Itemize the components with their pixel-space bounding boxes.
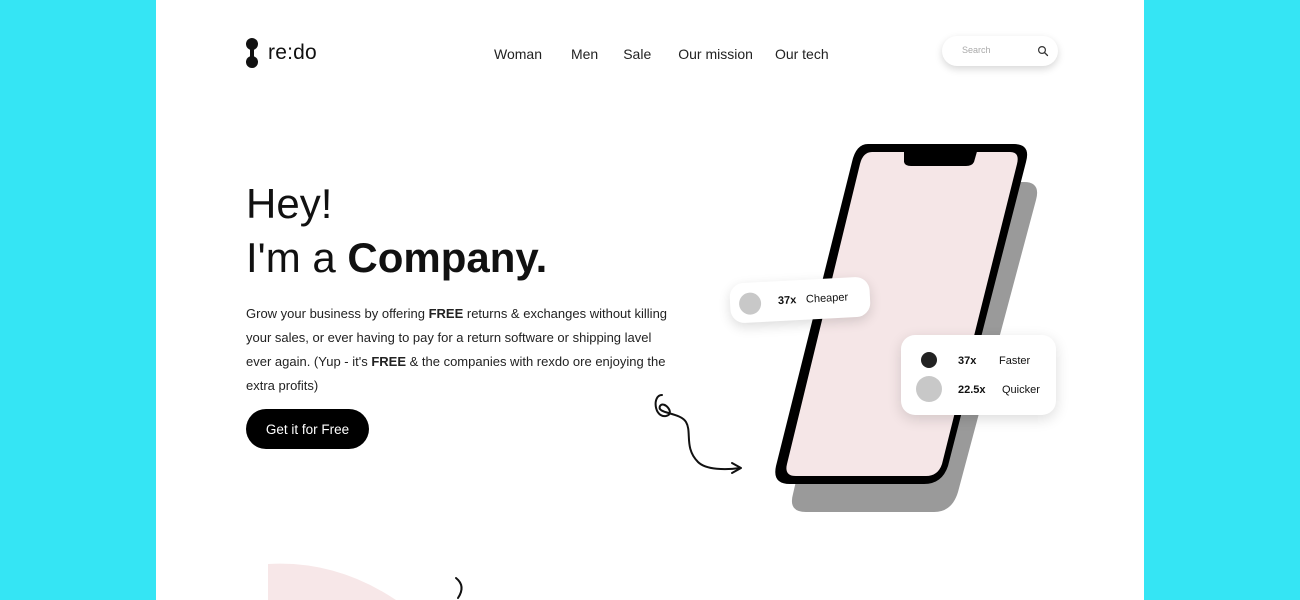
stat-label: Quicker xyxy=(1002,384,1040,396)
hero-heading-bold: Company. xyxy=(347,234,548,281)
desc-free-2: FREE xyxy=(371,354,406,369)
stat-dot-gray-icon xyxy=(916,376,942,402)
search-icon[interactable] xyxy=(1037,45,1049,57)
stat-value: 37x xyxy=(958,355,977,367)
desc-free-1: FREE xyxy=(428,306,464,321)
stat-card-cheaper: 37x Cheaper xyxy=(729,276,871,324)
nav-item-woman[interactable]: Woman xyxy=(494,46,542,62)
stat-dot-gray-icon xyxy=(738,292,762,316)
landing-page: re:do Woman Men Sale Our mission Our tec… xyxy=(156,0,1144,600)
hero-heading-prefix: I'm a xyxy=(246,234,348,281)
get-it-free-button[interactable]: Get it for Free xyxy=(246,409,369,449)
search-input[interactable] xyxy=(962,45,1034,55)
nav-item-sale[interactable]: Sale xyxy=(623,46,651,62)
squiggle-arrow-icon xyxy=(654,394,742,474)
stat-dot-dark-icon xyxy=(921,352,937,368)
main-nav: Woman Men Sale Our mission Our tech xyxy=(494,46,829,62)
stat-label: Cheaper xyxy=(805,291,849,306)
hero-heading-line1: Hey! xyxy=(246,180,333,227)
search-box[interactable] xyxy=(942,36,1058,66)
nav-item-men[interactable]: Men xyxy=(571,46,598,62)
phone-illustration xyxy=(775,144,1038,512)
brand-name: re:do xyxy=(268,41,317,64)
hero-description: Grow your business by offering FREE retu… xyxy=(246,302,676,398)
stat-value: 22.5x xyxy=(958,384,986,396)
stat-value: 37x xyxy=(777,294,797,308)
nav-item-our-tech[interactable]: Our tech xyxy=(775,46,829,62)
stat-label: Faster xyxy=(999,355,1031,367)
desc-text-1: Grow your business by offering xyxy=(246,306,429,321)
nav-item-our-mission[interactable]: Our mission xyxy=(678,46,753,62)
hero-heading-line2: I'm a Company. xyxy=(246,234,547,282)
brand-logo[interactable]: re:do xyxy=(246,38,317,68)
logo-mark-icon xyxy=(246,38,258,68)
decorative-shape xyxy=(268,563,463,600)
stat-card-speed: 37x Faster 22.5x Quicker xyxy=(901,335,1056,415)
